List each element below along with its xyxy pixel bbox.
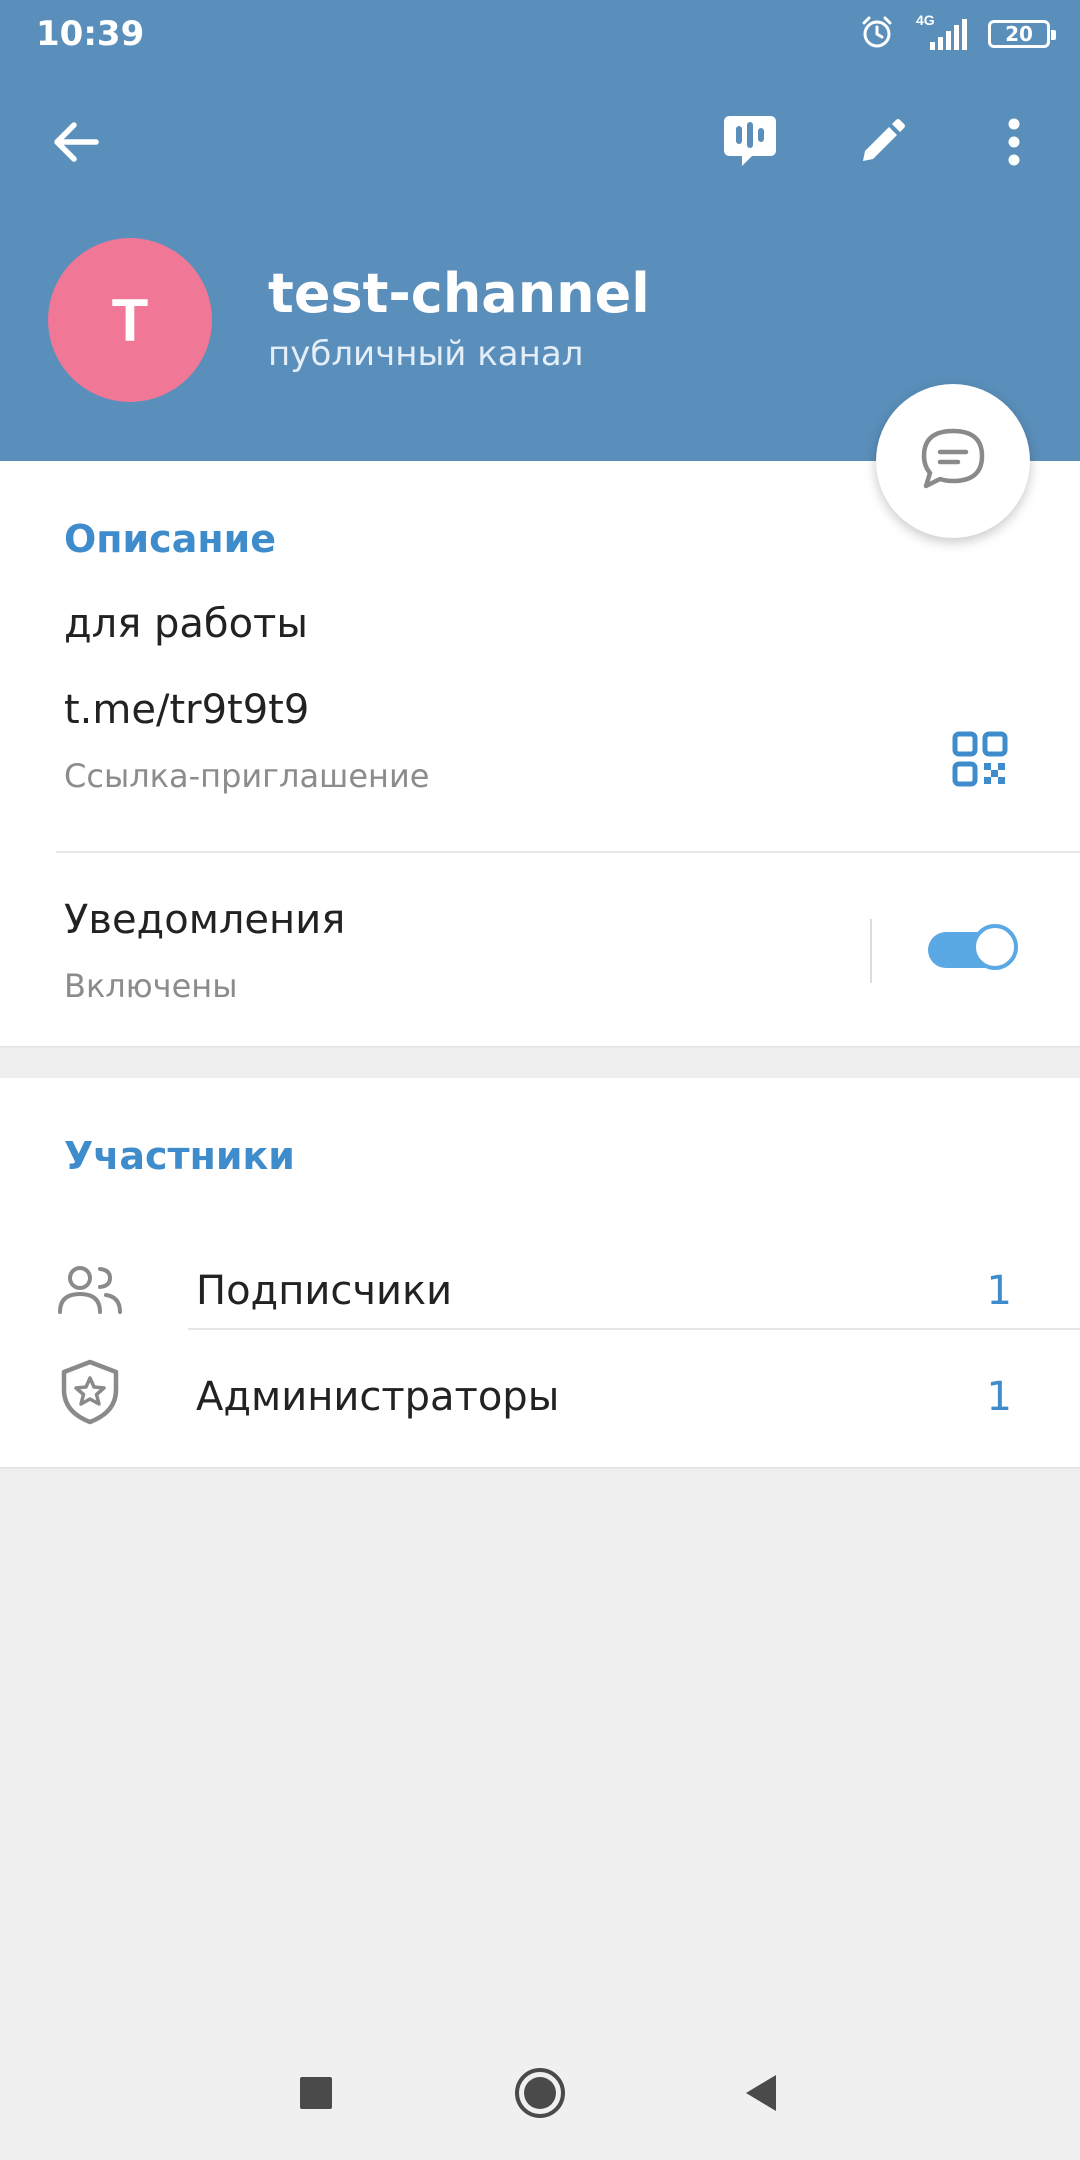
qr-code-button[interactable] [944, 725, 1016, 797]
status-icons: 4G 20 [858, 12, 1056, 56]
signal-icon: 4G [914, 12, 970, 52]
discussion-button[interactable] [876, 384, 1030, 538]
battery-indicator: 20 [988, 20, 1056, 48]
invite-link[interactable]: t.me/tr9t9t9 [64, 687, 309, 733]
home-button[interactable] [490, 2045, 590, 2145]
admin-shield-icon [58, 1358, 122, 1431]
square-icon [298, 2075, 334, 2116]
channel-type: публичный канал [268, 334, 584, 374]
description-text: для работы [64, 601, 308, 647]
more-button[interactable] [974, 104, 1054, 184]
administrators-row[interactable]: Администраторы 1 [0, 1332, 1080, 1467]
live-stream-button[interactable] [710, 104, 790, 184]
channel-avatar[interactable]: T [48, 238, 212, 402]
subscribers-count: 1 [986, 1268, 1012, 1314]
arrow-left-icon [50, 116, 102, 173]
edit-button[interactable] [842, 104, 922, 184]
administrators-count: 1 [986, 1374, 1012, 1420]
circle-icon [513, 2066, 567, 2125]
notifications-state: Включены [64, 967, 238, 1005]
status-time: 10:39 [36, 14, 145, 54]
notifications-toggle[interactable] [928, 924, 1022, 976]
administrators-label: Администраторы [196, 1374, 560, 1420]
members-section-title: Участники [64, 1134, 295, 1178]
live-stream-icon [722, 112, 778, 177]
back-button[interactable] [36, 104, 116, 184]
channel-title: test-channel [268, 262, 650, 325]
notifications-label: Уведомления [64, 897, 346, 943]
system-navigation-bar [0, 2030, 1080, 2160]
back-nav-button[interactable] [710, 2045, 810, 2145]
info-card: Описание для работы t.me/tr9t9t9 Ссылка-… [0, 461, 1080, 1046]
triangle-back-icon [740, 2071, 780, 2120]
people-icon [56, 1264, 124, 1321]
notifications-row[interactable]: Уведомления Включены [0, 853, 1080, 1046]
toggle-knob [972, 924, 1018, 970]
qr-code-icon [952, 731, 1008, 792]
more-vert-icon [1006, 117, 1022, 172]
edit-icon [857, 117, 907, 172]
recents-button[interactable] [266, 2045, 366, 2145]
invite-link-caption: Ссылка-приглашение [64, 757, 430, 795]
alarm-icon [858, 13, 896, 56]
discussion-icon [918, 426, 988, 497]
invite-link-row[interactable]: t.me/tr9t9t9 Ссылка-приглашение [0, 679, 1080, 815]
members-card: Участники Подписчики 1 Администраторы 1 [0, 1078, 1080, 1467]
subscribers-label: Подписчики [196, 1268, 453, 1314]
divider [188, 1328, 1080, 1330]
vertical-separator [870, 919, 872, 983]
description-section-title: Описание [64, 517, 277, 561]
